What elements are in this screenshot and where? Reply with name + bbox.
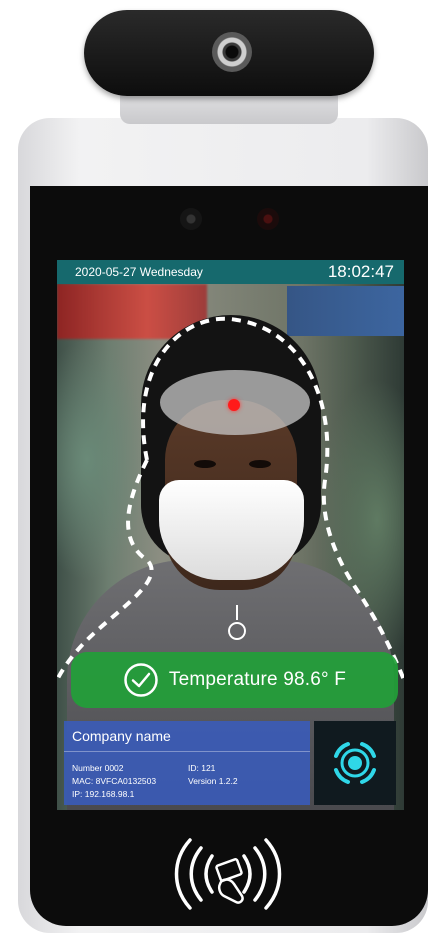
- device-version: Version 1.2.2: [188, 776, 238, 786]
- info-divider: [64, 751, 310, 752]
- status-date: 2020-05-27 Wednesday: [75, 265, 203, 279]
- device-info-panel: Company name Number 0002 ID: 121 MAC: 8V…: [64, 721, 310, 805]
- nfc-card-icon[interactable]: [168, 826, 288, 922]
- device-number: Number 0002: [72, 763, 124, 773]
- weekday-value: Wednesday: [139, 265, 203, 279]
- thermal-sensor-icon: [257, 208, 279, 230]
- device-id: ID: 121: [188, 763, 216, 773]
- temperature-banner: Temperature 98.6° F: [71, 652, 398, 708]
- status-bar: 2020-05-27 Wednesday 18:02:47: [57, 260, 404, 284]
- camera-module: [84, 10, 374, 96]
- temperature-reading: Temperature 98.6° F: [168, 669, 347, 690]
- date-value: 2020-05-27: [75, 265, 137, 279]
- device-mac: MAC: 8VFCA0132503: [72, 776, 157, 786]
- camera-lens-icon: [212, 32, 252, 72]
- scan-panel: [314, 721, 396, 805]
- company-name: Company name: [72, 728, 171, 744]
- device-page: 2020-05-27 Wednesday 18:02:47 Temperatur…: [0, 0, 428, 937]
- ir-sensor-icon: [180, 208, 202, 230]
- zipper-ring-icon: [228, 622, 246, 640]
- clock-time: 18:02:47: [327, 262, 394, 281]
- check-circle-icon: [124, 663, 158, 697]
- display-screen: 2020-05-27 Wednesday 18:02:47 Temperatur…: [57, 260, 404, 810]
- device-ip: IP: 192.168.98.1: [72, 789, 135, 799]
- outline-left: [57, 459, 154, 681]
- face-scan-icon: [334, 742, 376, 784]
- outline-right: [141, 316, 404, 681]
